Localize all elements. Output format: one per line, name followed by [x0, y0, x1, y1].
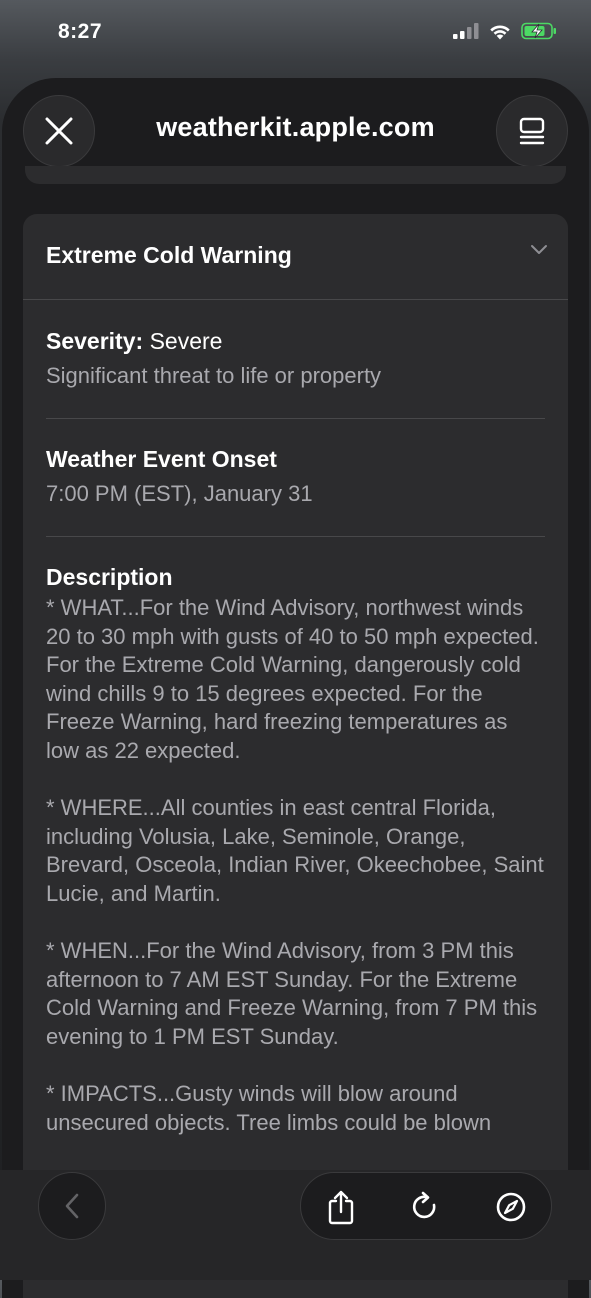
- reader-button[interactable]: [496, 95, 568, 167]
- description-text: * WHAT...For the Wind Advisory, northwes…: [46, 595, 544, 1135]
- wifi-icon: [490, 24, 510, 39]
- reload-button[interactable]: [405, 1187, 445, 1227]
- reader-icon: [519, 117, 545, 145]
- onset-value: 7:00 PM (EST), January 31: [46, 481, 313, 506]
- alert-title: Extreme Cold Warning: [46, 242, 292, 268]
- bottom-toolbar: [0, 1170, 591, 1280]
- browser-sheet: weatherkit.apple.com Extreme Cold Warnin…: [2, 78, 589, 1298]
- severity-section: Severity: Severe Significant threat to l…: [46, 326, 545, 419]
- share-button[interactable]: [321, 1187, 361, 1227]
- severity-line: Severity: Severe: [46, 326, 545, 356]
- description-section: Description * WHAT...For the Wind Adviso…: [46, 562, 545, 1137]
- severity-description: Significant threat to life or property: [46, 363, 382, 388]
- reload-icon: [412, 1191, 436, 1219]
- back-button[interactable]: [38, 1172, 106, 1240]
- description-label: Description: [46, 564, 173, 590]
- severity-label: Severity:: [46, 328, 144, 354]
- battery-charging-icon: [521, 22, 556, 40]
- previous-card-edge: [25, 166, 566, 184]
- alert-card: Extreme Cold Warning Severity: Severe Si…: [23, 214, 568, 1298]
- compass-icon: [496, 1192, 526, 1222]
- onset-section: Weather Event Onset 7:00 PM (EST), Janua…: [46, 444, 545, 537]
- status-bar: 8:27: [0, 0, 591, 70]
- severity-value: Severe: [149, 328, 223, 354]
- share-icon: [328, 1190, 354, 1225]
- open-in-safari-button[interactable]: [491, 1187, 531, 1227]
- status-icons: [453, 22, 557, 40]
- action-group: [300, 1172, 552, 1240]
- alert-card-header[interactable]: Extreme Cold Warning: [23, 214, 568, 300]
- status-time: 8:27: [58, 20, 103, 43]
- cellular-signal-icon: [453, 23, 479, 39]
- chevron-down-icon[interactable]: [530, 244, 548, 256]
- onset-label: Weather Event Onset: [46, 446, 277, 472]
- back-icon: [65, 1193, 79, 1219]
